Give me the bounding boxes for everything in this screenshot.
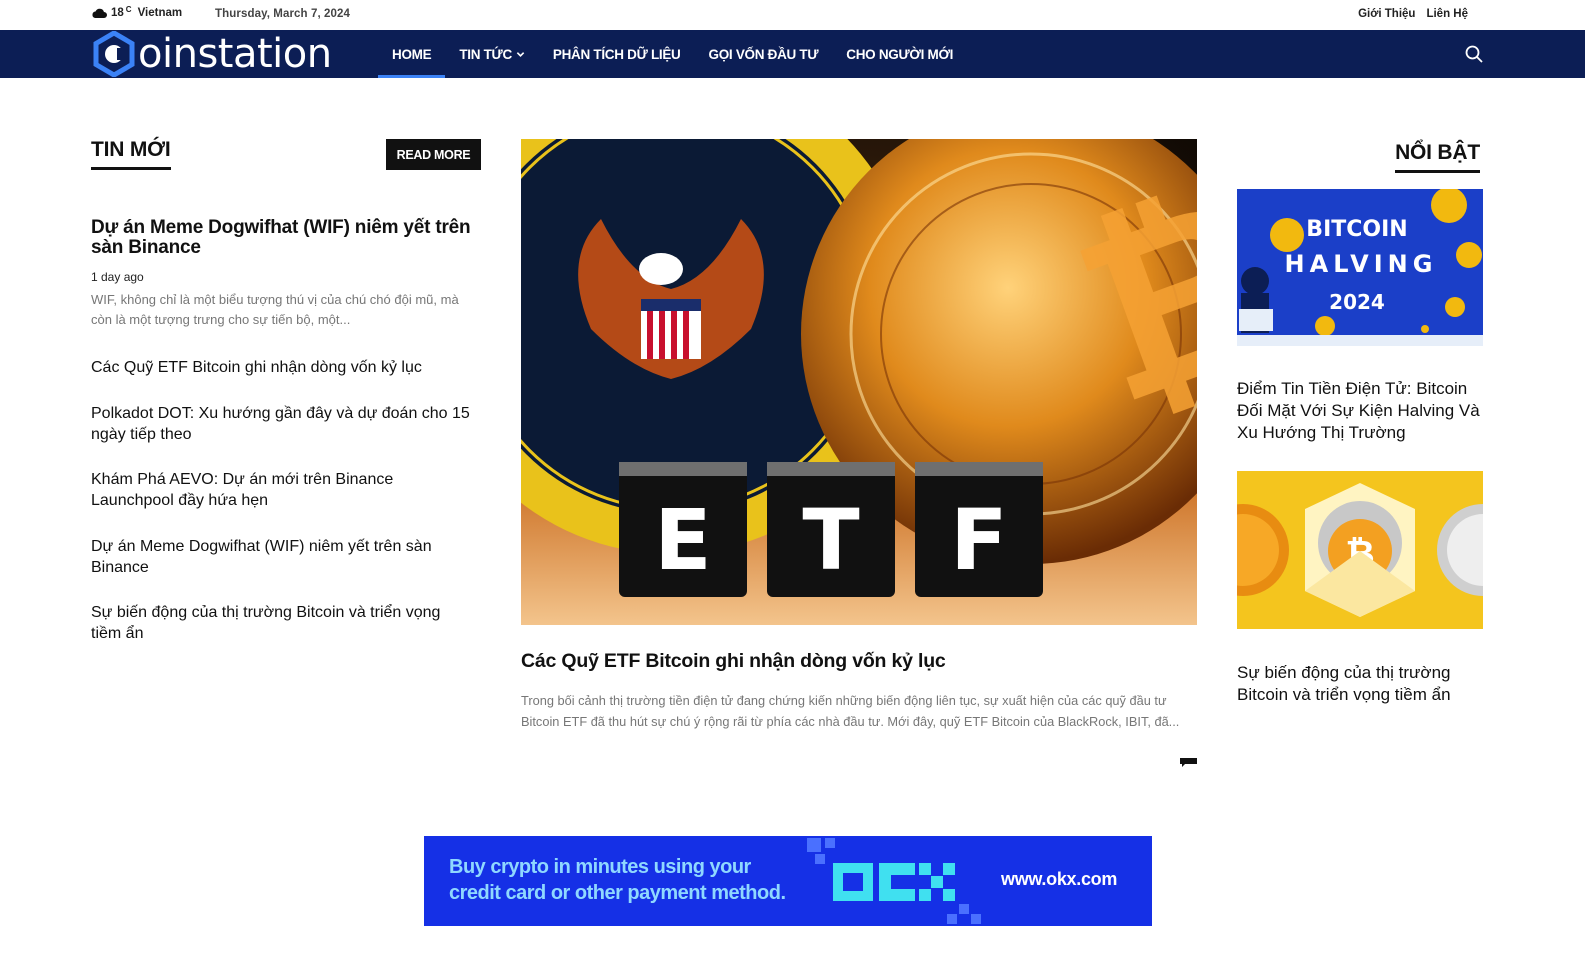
bitcoin-coins-illustration: ₿ [1237, 471, 1483, 629]
okx-ad-banner[interactable]: Buy crypto in minutes using your credit … [424, 836, 1152, 926]
noi-bat-heading: NỔI BẬT [1395, 141, 1480, 173]
read-more-button[interactable]: READ MORE [386, 139, 481, 170]
bitcoin-coin-card-image[interactable]: ₿ [1237, 471, 1483, 629]
ad-line-2: credit card or other payment method. [449, 882, 786, 904]
list-item[interactable]: Dự án Meme Dogwifhat (WIF) niêm yết trên… [91, 537, 471, 578]
ad-copy: Buy crypto in minutes using your credit … [449, 854, 786, 906]
nav-item-label: HOME [392, 46, 432, 62]
coin-logo-icon [93, 31, 135, 77]
halving-image-text: HALVING [1285, 250, 1438, 278]
nav-item-label: TIN TỨC [459, 46, 512, 62]
search-icon[interactable] [1464, 44, 1484, 64]
main-nav: oinstation HOME TIN TỨC PHÂN TÍCH DỮ LIỆ… [0, 30, 1585, 78]
halving-illustration: BITCOIN HALVING 2024 [1237, 189, 1483, 346]
temperature-unit: C [125, 5, 132, 14]
etf-coin-illustration: ₿ E T F [521, 139, 1197, 625]
nav-item-label: CHO NGƯỜI MỚI [846, 46, 954, 62]
halving-image-text: BITCOIN [1306, 217, 1407, 242]
about-link[interactable]: Giới Thiệu [1358, 8, 1415, 20]
ad-url: www.okx.com [1001, 869, 1118, 889]
feature-article-excerpt: Trong bối cảnh thị trường tiền điện tử đ… [521, 693, 1180, 729]
weather-widget: 18 C Vietnam [91, 5, 183, 19]
okx-logo-icon [807, 838, 981, 924]
lead-article-excerpt: WIF, không chỉ là một biểu tượng thú vị … [91, 292, 459, 327]
halving-image-text: 2024 [1329, 290, 1385, 314]
lead-article-title[interactable]: Dự án Meme Dogwifhat (WIF) niêm yết trên… [91, 218, 483, 258]
top-links: Giới Thiệu Liên Hệ [1358, 8, 1468, 20]
nav-menu: HOME TIN TỨC PHÂN TÍCH DỮ LIỆU GỌI VỐN Đ… [378, 30, 967, 78]
current-date: Thursday, March 7, 2024 [215, 8, 351, 20]
tin-moi-heading: TIN MỚI [91, 138, 171, 170]
contact-link[interactable]: Liên Hệ [1426, 8, 1468, 20]
halving-card-image[interactable]: BITCOIN HALVING 2024 [1237, 189, 1483, 346]
nav-item-home[interactable]: HOME [378, 30, 446, 78]
nav-item-phan-tich[interactable]: PHÂN TÍCH DỮ LIỆU [539, 30, 695, 78]
nav-item-label: GỌI VỐN ĐẦU TƯ [708, 46, 819, 62]
nav-item-label: PHÂN TÍCH DỮ LIỆU [552, 46, 681, 62]
feature-article-title[interactable]: Các Quỹ ETF Bitcoin ghi nhận dòng vốn kỷ… [521, 650, 946, 673]
list-item[interactable]: Polkadot DOT: Xu hướng gần đây và dự đoá… [91, 404, 471, 445]
featured-article-title[interactable]: Điểm Tin Tiền Điện Tử: Bitcoin Đối Mặt V… [1237, 378, 1487, 444]
comment-icon[interactable] [1180, 758, 1197, 767]
nav-item-tin-tuc[interactable]: TIN TỨC [445, 30, 539, 78]
chevron-down-icon [516, 51, 525, 57]
site-logo[interactable]: oinstation [91, 30, 332, 78]
nav-item-goi-von[interactable]: GỌI VỐN ĐẦU TƯ [695, 30, 833, 78]
svg-text:T: T [802, 491, 859, 589]
list-item[interactable]: Sự biến động của thị trường Bitcoin và t… [91, 603, 471, 644]
svg-text:F: F [950, 491, 1007, 589]
temperature: 18 [111, 7, 124, 19]
list-item[interactable]: Khám Phá AEVO: Dự án mới trên Binance La… [91, 470, 471, 511]
nav-item-nguoi-moi[interactable]: CHO NGƯỜI MỚI [832, 30, 967, 78]
weather-location: Vietnam [137, 7, 183, 19]
list-item[interactable]: Các Quỹ ETF Bitcoin ghi nhận dòng vốn kỷ… [91, 358, 471, 379]
feature-image[interactable]: ₿ E T F [521, 139, 1197, 625]
cloud-icon [92, 8, 107, 18]
svg-text:E: E [654, 491, 711, 589]
featured-article-title[interactable]: Sự biến động của thị trường Bitcoin và t… [1237, 662, 1487, 705]
logo-text: oinstation [138, 31, 332, 77]
ad-line-1: Buy crypto in minutes using your [449, 856, 751, 878]
lead-article-date: 1 day ago [91, 270, 144, 284]
top-bar: 18 C Vietnam Thursday, March 7, 2024 Giớ… [0, 0, 1585, 30]
